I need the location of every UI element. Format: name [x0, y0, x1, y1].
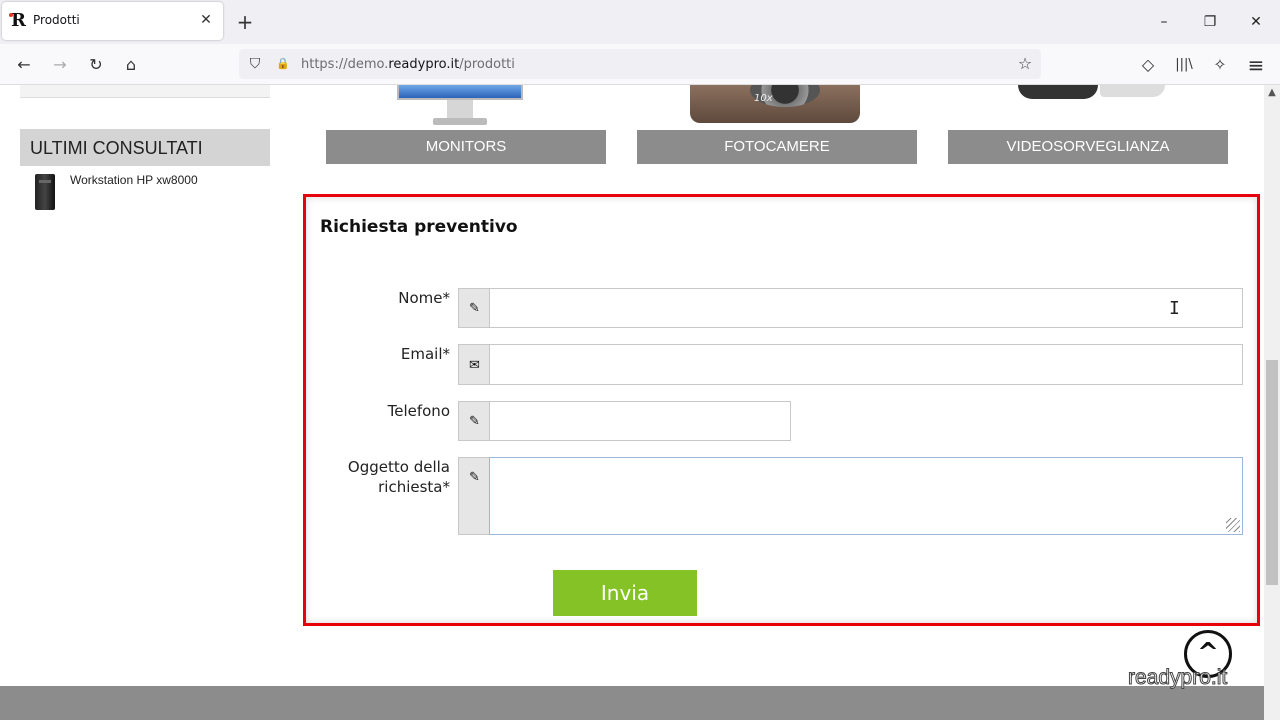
pocket-icon[interactable]: ◇: [1136, 53, 1160, 77]
tab-title: Prodotti: [33, 13, 80, 27]
restore-button[interactable]: ❐: [1199, 12, 1221, 32]
text-cursor-icon: I: [1169, 298, 1180, 319]
url-text: https://demo.readypro.it/prodotti: [301, 57, 515, 72]
email-input[interactable]: [489, 344, 1243, 385]
tab-bar: R Prodotti ✕ + – ❐ ✕: [0, 0, 1280, 44]
scroll-up-arrow-icon[interactable]: ▲: [1264, 87, 1280, 101]
readypro-watermark: readypro.it: [1127, 666, 1228, 690]
camera-zoom-label: 10x: [754, 93, 773, 104]
extensions-icon[interactable]: ✧: [1208, 53, 1232, 77]
invia-button[interactable]: Invia: [553, 570, 697, 616]
menu-icon[interactable]: ≡: [1244, 53, 1268, 77]
page-content: ULTIMI CONSULTATI Workstation HP xw8000 …: [0, 85, 1264, 720]
bookmark-star-icon[interactable]: ☆: [1013, 52, 1037, 76]
email-label: Email*: [400, 345, 450, 363]
form-title: Richiesta preventivo: [320, 217, 518, 237]
tab-prodotti[interactable]: R Prodotti ✕: [2, 2, 223, 40]
textarea-resize-handle[interactable]: [1226, 518, 1240, 532]
minimize-button[interactable]: –: [1153, 12, 1175, 32]
close-tab-icon[interactable]: ✕: [197, 11, 215, 29]
reload-button[interactable]: ↻: [84, 53, 108, 77]
monitor-image[interactable]: [395, 85, 525, 127]
oggetto-label: Oggetto della richiesta*: [347, 458, 450, 496]
shield-icon[interactable]: ⛉: [243, 52, 267, 76]
oggetto-textarea[interactable]: [489, 457, 1243, 535]
library-icon[interactable]: |||\: [1172, 53, 1196, 77]
workstation-thumbnail[interactable]: [35, 174, 55, 210]
navigation-bar: ← → ↻ ⌂ ⛉ 🔒 https://demo.readypro.it/pro…: [0, 44, 1280, 85]
recent-item-label[interactable]: Workstation HP xw8000: [70, 173, 198, 187]
nome-input[interactable]: [489, 288, 1243, 328]
pencil-icon: ✎: [458, 457, 490, 535]
forward-button[interactable]: →: [48, 53, 72, 77]
recent-item[interactable]: Workstation HP xw8000: [35, 172, 275, 212]
nome-label: Nome*: [398, 289, 450, 307]
home-button[interactable]: ⌂: [119, 53, 143, 77]
cctv-image[interactable]: [1010, 85, 1170, 103]
back-button[interactable]: ←: [12, 53, 36, 77]
new-tab-button[interactable]: +: [234, 11, 256, 33]
scroll-thumb[interactable]: [1266, 360, 1278, 585]
category-videosorveglianza-button[interactable]: VIDEOSORVEGLIANZA: [948, 130, 1228, 164]
lock-icon[interactable]: 🔒: [271, 52, 295, 76]
readypro-favicon-icon: R: [9, 12, 29, 30]
url-bar[interactable]: ⛉ 🔒 https://demo.readypro.it/prodotti ☆: [239, 49, 1041, 79]
pencil-icon: ✎: [458, 288, 490, 328]
telefono-label: Telefono: [387, 402, 450, 420]
close-window-button[interactable]: ✕: [1245, 12, 1267, 32]
category-fotocamere-button[interactable]: FOTOCAMERE: [637, 130, 917, 164]
page-scrollbar[interactable]: ▲: [1264, 85, 1280, 720]
camera-image[interactable]: 10x: [690, 85, 860, 123]
telefono-input[interactable]: [489, 401, 791, 441]
recent-viewed-title: ULTIMI CONSULTATI: [30, 138, 203, 158]
footer-bar: [0, 686, 1264, 720]
pencil-icon: ✎: [458, 401, 490, 441]
sidebar-block-bottom: [20, 85, 270, 98]
recent-viewed-header: ULTIMI CONSULTATI: [20, 129, 270, 166]
envelope-icon: ✉: [458, 344, 490, 385]
category-monitors-button[interactable]: MONITORS: [326, 130, 606, 164]
